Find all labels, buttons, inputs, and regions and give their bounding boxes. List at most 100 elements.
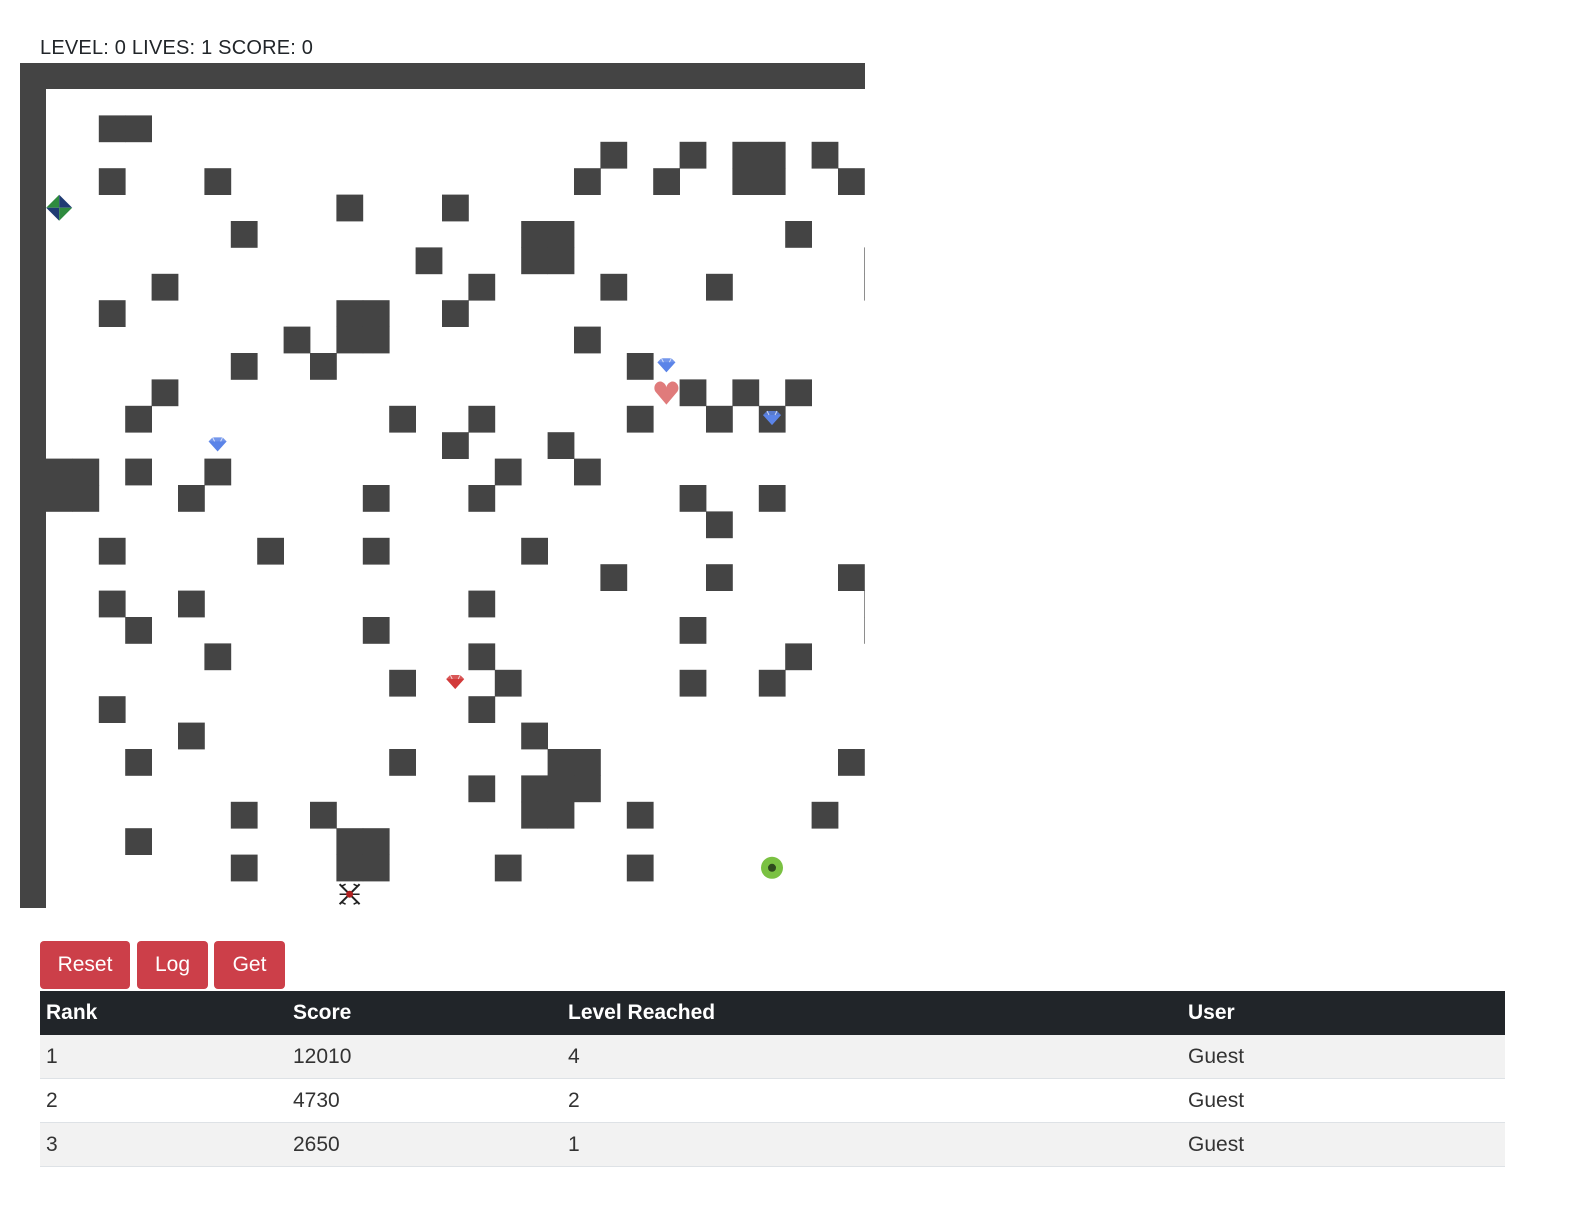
leaderboard-header-row: Rank Score Level Reached User <box>40 991 1505 1035</box>
wall-block <box>574 749 601 776</box>
wall-block <box>415 247 443 275</box>
wall-block <box>626 353 654 380</box>
wall-block <box>626 801 654 829</box>
wall-block <box>732 168 760 195</box>
wall-block <box>125 115 152 143</box>
wall-block <box>706 564 733 591</box>
wall-block <box>72 485 100 512</box>
wall-block <box>574 326 601 354</box>
wall-block <box>679 141 707 169</box>
wall-block <box>389 749 416 776</box>
wall-block <box>442 194 469 222</box>
wall-block <box>838 749 865 776</box>
wall-block <box>706 273 733 301</box>
header-score: Score <box>287 991 562 1035</box>
wall-block <box>574 458 601 486</box>
header-level-reached: Level Reached <box>562 991 1182 1035</box>
cell-rank: 1 <box>40 1035 287 1079</box>
log-button[interactable]: Log <box>137 941 208 989</box>
cell-user: Guest <box>1182 1035 1505 1079</box>
wall-block <box>125 405 152 433</box>
wall-block <box>310 353 337 380</box>
wall-block <box>758 669 786 697</box>
wall-block <box>626 854 654 882</box>
wall-block <box>758 485 786 512</box>
wall-block <box>547 749 575 776</box>
wall-block <box>125 617 152 644</box>
reset-button[interactable]: Reset <box>40 941 130 989</box>
wall-block <box>864 617 865 644</box>
wall-block <box>600 564 628 591</box>
wall-block <box>785 221 812 248</box>
wall-block <box>283 326 311 354</box>
wall-block <box>468 405 496 433</box>
wall-block <box>46 458 73 486</box>
wall-block <box>310 801 337 829</box>
cell-score: 2650 <box>287 1122 562 1167</box>
wall-block <box>574 168 601 195</box>
wall-block <box>521 801 548 829</box>
wall-block <box>679 617 707 644</box>
cell-user: Guest <box>1182 1122 1505 1167</box>
wall-block <box>230 353 258 380</box>
wall-block <box>653 168 680 195</box>
wall-block <box>785 643 812 671</box>
wall-block <box>547 221 575 248</box>
wall-block <box>336 854 364 882</box>
wall-block <box>257 537 284 565</box>
wall-block <box>679 485 707 512</box>
wall-block <box>547 247 575 275</box>
wall-block <box>362 537 390 565</box>
wall-block <box>389 669 416 697</box>
wall-block <box>679 669 707 697</box>
wall-block <box>494 458 522 486</box>
game-board[interactable] <box>20 63 865 908</box>
wall-block <box>230 221 258 248</box>
cell-rank: 2 <box>40 1078 287 1123</box>
wall-block <box>336 326 364 354</box>
wall-block <box>230 854 258 882</box>
wall-block <box>547 775 575 803</box>
wall-block <box>864 590 865 618</box>
wall-block <box>362 485 390 512</box>
wall-block <box>178 485 205 512</box>
wall-block <box>521 537 548 565</box>
wall-block <box>811 141 839 169</box>
cell-user: Guest <box>1182 1078 1505 1123</box>
wall-block <box>468 643 496 671</box>
wall-block <box>679 379 707 407</box>
wall-block <box>732 141 760 169</box>
get-button[interactable]: Get <box>214 941 285 989</box>
cell-level: 4 <box>562 1035 1182 1079</box>
wall-block <box>468 485 496 512</box>
wall-block <box>125 828 152 855</box>
cell-score: 4730 <box>287 1078 562 1123</box>
cell-level: 2 <box>562 1078 1182 1123</box>
wall-block <box>838 564 865 591</box>
cell-rank: 3 <box>40 1122 287 1167</box>
wall-block <box>521 775 548 803</box>
wall-block <box>468 775 496 803</box>
wall-block <box>732 379 760 407</box>
wall-block <box>204 168 232 195</box>
wall-block <box>362 854 390 882</box>
wall-block <box>547 801 575 829</box>
wall-block <box>864 247 865 275</box>
wall-block <box>336 828 364 855</box>
wall-block <box>468 696 496 723</box>
wall-block <box>758 168 786 195</box>
table-row: 3 2650 1 Guest <box>40 1122 1505 1167</box>
wall-block <box>521 247 548 275</box>
wall-block <box>125 749 152 776</box>
wall-block <box>151 273 179 301</box>
wall-block <box>758 141 786 169</box>
wall-block <box>98 537 126 565</box>
wall-block <box>125 458 152 486</box>
wall-block <box>178 590 205 618</box>
wall-block <box>600 273 628 301</box>
wall-block <box>46 485 73 512</box>
wall-block <box>838 168 865 195</box>
wall-block <box>362 326 390 354</box>
goal-circle-icon[interactable] <box>761 856 783 879</box>
wall-block <box>230 801 258 829</box>
